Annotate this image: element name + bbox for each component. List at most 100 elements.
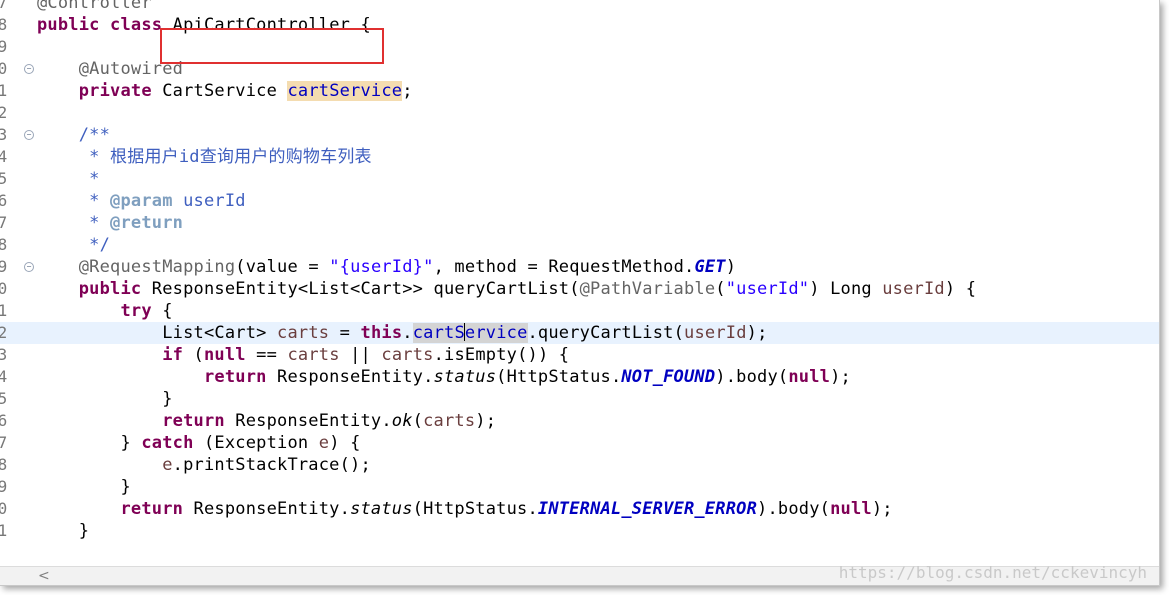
code-text: private CartService cartService; [37,80,413,102]
fold-toggle-icon[interactable]: − [24,64,34,74]
code-line[interactable]: 35 } [0,388,1159,410]
code-token: ervice [464,323,528,343]
line-number: 34 [0,366,18,388]
code-token: .isEmpty()) { [433,345,570,365]
fold-toggle-icon[interactable]: − [24,262,34,272]
code-token: return [203,367,267,387]
code-token: private [78,81,152,101]
code-line[interactable]: 36 return ResponseEntity.ok(carts); [0,410,1159,432]
code-line[interactable]: 29− @RequestMapping(value = "{userId}", … [0,256,1159,278]
code-editor-window: 17@Controller18public class ApiCartContr… [0,0,1160,586]
code-token: carts [423,411,476,431]
code-token: userId [172,191,246,211]
code-line[interactable]: 33 if (null == carts || carts.isEmpty())… [0,344,1159,366]
line-number: 25 [0,168,18,190]
code-token: ); [871,499,893,519]
code-text: } [37,388,173,410]
line-number: 28 [0,234,18,256]
code-line[interactable]: 27 * @return [0,212,1159,234]
code-text: if (null == carts || carts.isEmpty()) { [37,344,569,366]
code-token: public [37,15,100,35]
code-token: } [37,477,131,497]
code-line[interactable]: 30 public ResponseEntity<List<Cart>> que… [0,278,1159,300]
code-token: "userId" [725,279,810,299]
code-token: INTERNAL_SERVER_ERROR [537,499,758,519]
code-token: (Exception [193,433,319,453]
code-token: e [318,433,330,453]
line-number: 38 [0,454,18,476]
code-token: @param [110,191,173,211]
code-token: status [433,367,497,387]
code-line[interactable]: 40 return ResponseEntity.status(HttpStat… [0,498,1159,520]
code-line[interactable]: 38 e.printStackTrace(); [0,454,1159,476]
code-token: @return [110,213,184,233]
highlight-box [160,28,384,64]
code-token: ok [391,411,413,431]
code-token: ) [725,257,737,277]
code-editor[interactable]: 17@Controller18public class ApiCartContr… [0,0,1159,567]
code-text: List<Cart> carts = this.cartService.quer… [37,322,768,344]
line-number: 35 [0,388,18,410]
code-line[interactable]: 23− /** [0,124,1159,146]
fold-toggle-icon[interactable]: − [24,130,34,140]
code-text: @RequestMapping(value = "{userId}", meth… [37,256,736,278]
code-token: .queryCartList( [527,323,685,343]
chevron-left-icon[interactable]: < [38,567,50,585]
code-token: public [78,279,142,299]
code-token: "{userId}" [329,257,434,277]
code-token: cartService [287,81,403,101]
code-token: ) { [329,433,361,453]
code-token: ResponseEntity. [183,499,351,519]
line-number: 29 [0,256,18,278]
code-token: try [120,301,152,321]
code-line[interactable]: 17 @Controller [0,0,1159,14]
line-number: 20 [0,58,18,80]
code-line[interactable]: 37 } catch (Exception e) { [0,432,1159,454]
code-token: @PathVariable [579,279,716,299]
code-token: ).body( [757,499,831,519]
line-number: 40 [0,498,18,520]
code-line[interactable]: 34 return ResponseEntity.status(HttpStat… [0,366,1159,388]
code-line[interactable]: 21 private CartService cartService; [0,80,1159,102]
code-token: ) Long [809,279,883,299]
code-token: ; [402,81,413,101]
line-number: 32 [0,322,18,344]
line-number: 26 [0,190,18,212]
code-line[interactable]: 39 } [0,476,1159,498]
code-token: status [350,499,413,519]
code-line[interactable]: 25 * [0,168,1159,190]
code-token: /** [37,125,111,145]
code-text: * [37,168,100,190]
code-line[interactable]: 28 */ [0,234,1159,256]
code-token: CartService [151,81,288,101]
code-token: * 根据用户id查询用户的购物车列表 [37,147,372,167]
code-line[interactable]: 26 * @param userId [0,190,1159,212]
watermark: https://blog.csdn.net/cckevincyh [838,563,1147,582]
code-token: } [37,433,142,453]
code-text: e.printStackTrace(); [37,454,371,476]
line-number: 22 [0,102,18,124]
code-token: */ [37,235,111,255]
line-number: 41 [0,520,18,542]
code-token: if [162,345,184,365]
code-token: e [162,455,173,475]
code-token: (HttpStatus. [412,499,538,519]
code-line[interactable]: 32 List<Cart> carts = this.cartService.q… [0,322,1159,344]
code-line[interactable]: 41 } [0,520,1159,542]
code-line[interactable]: 22 [0,102,1159,124]
code-line[interactable]: 24 * 根据用户id查询用户的购物车列表 [0,146,1159,168]
code-text: /** [37,124,110,146]
code-token: null [830,499,872,519]
code-token: List<Cart> [37,323,278,343]
code-line[interactable]: 31 try { [0,300,1159,322]
code-token: carts [381,345,434,365]
code-token: ); [746,323,768,343]
code-token: ( [412,411,424,431]
